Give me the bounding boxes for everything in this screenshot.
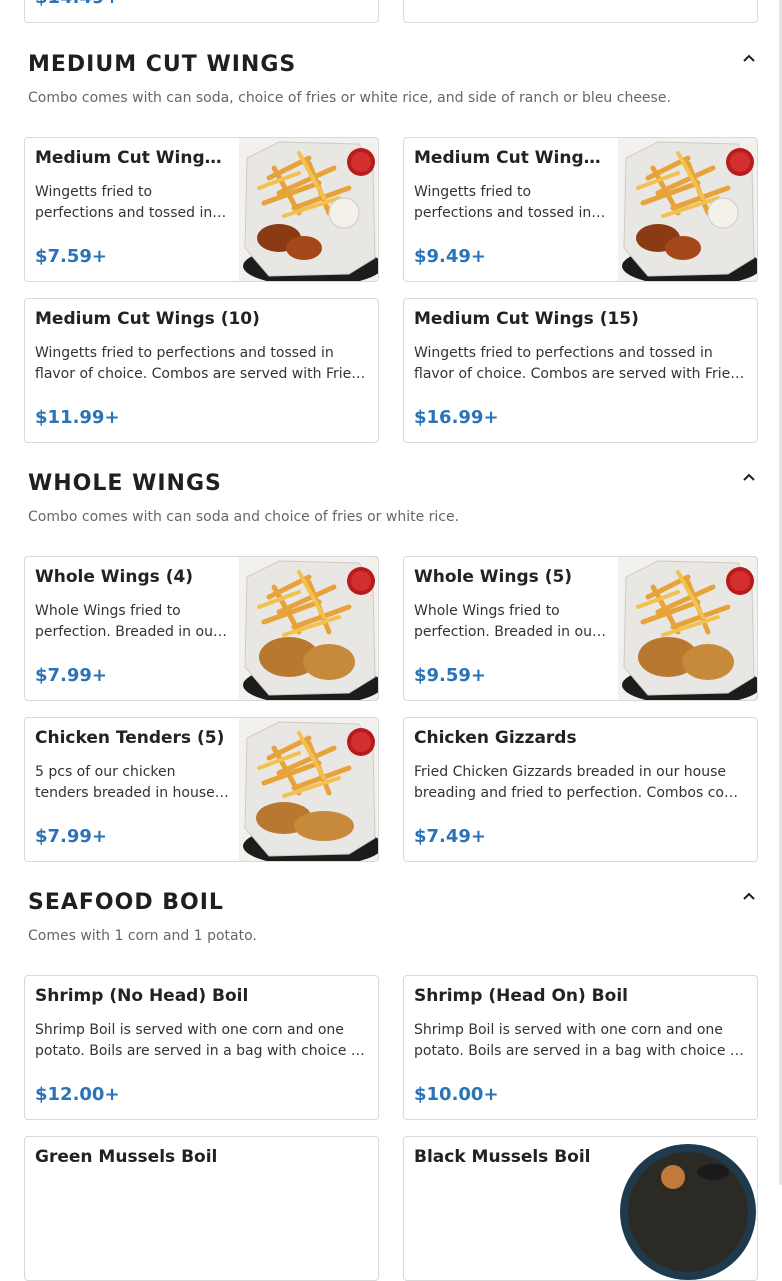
item-name: Green Mussels Boil bbox=[35, 1147, 218, 1167]
wings-fries-photo bbox=[239, 138, 378, 281]
menu-item-card[interactable]: Green Mussels Boil bbox=[24, 1136, 379, 1281]
menu-item-card[interactable]: Black Mussels Boil bbox=[403, 1136, 758, 1281]
menu-item-card[interactable]: Shrimp (No Head) Boil Shrimp Boil is ser… bbox=[24, 975, 379, 1120]
item-price: $12.00+ bbox=[35, 1084, 120, 1105]
item-name: Medium Cut Wings (4) bbox=[35, 148, 230, 168]
item-name: Medium Cut Wings (10) bbox=[35, 309, 260, 329]
item-price: $14.49+ bbox=[35, 0, 120, 8]
chevron-up-icon[interactable] bbox=[740, 889, 758, 903]
item-description: Shrimp Boil is served with one corn and … bbox=[35, 1022, 365, 1059]
item-price: $16.99+ bbox=[414, 407, 499, 428]
section-subtitle: Combo comes with can soda, choice of fri… bbox=[28, 90, 671, 106]
item-price: $9.59+ bbox=[414, 665, 487, 686]
menu-item-card[interactable]: Medium Cut Wings (15) Wingetts fried to … bbox=[403, 298, 758, 443]
item-name: Shrimp (No Head) Boil bbox=[35, 986, 249, 1006]
wings-fries-photo bbox=[618, 138, 757, 281]
item-price: $10.00+ bbox=[414, 1084, 499, 1105]
tenders-photo bbox=[239, 718, 378, 861]
item-name: Shrimp (Head On) Boil bbox=[414, 986, 628, 1006]
item-description: Wingetts fried to perfections and tossed… bbox=[414, 184, 592, 221]
item-price: $11.99+ bbox=[35, 407, 120, 428]
menu-item-card[interactable]: Medium Cut Wings (6) Wingetts fried to p… bbox=[403, 137, 758, 282]
item-description: Whole Wings fried to perfection. Breaded… bbox=[414, 603, 598, 640]
item-description: Whole Wings fried to perfection. Breaded… bbox=[35, 603, 219, 640]
chevron-up-icon[interactable] bbox=[740, 51, 758, 65]
menu-item-card[interactable]: Medium Cut Wings (10) Wingetts fried to … bbox=[24, 298, 379, 443]
fried-wings-photo bbox=[618, 557, 757, 700]
item-name: Black Mussels Boil bbox=[414, 1147, 591, 1167]
mussels-photo bbox=[618, 1137, 757, 1280]
item-price: $9.49+ bbox=[414, 246, 487, 267]
section-title: SEAFOOD BOIL bbox=[28, 890, 224, 915]
item-price: $7.59+ bbox=[35, 246, 108, 267]
item-name: Medium Cut Wings (6) bbox=[414, 148, 609, 168]
menu-item-card[interactable]: Chicken Tenders (5) 5 pcs of our chicken… bbox=[24, 717, 379, 862]
section-subtitle: Comes with 1 corn and 1 potato. bbox=[28, 928, 257, 944]
item-price: $7.99+ bbox=[35, 826, 108, 847]
menu-item-card[interactable]: Shrimp (Head On) Boil Shrimp Boil is ser… bbox=[403, 975, 758, 1120]
menu-item-card[interactable]: Whole Wings (4) Whole Wings fried to per… bbox=[24, 556, 379, 701]
item-description: Shrimp Boil is served with one corn and … bbox=[414, 1022, 744, 1059]
item-name: Whole Wings (4) bbox=[35, 567, 194, 587]
item-name: Medium Cut Wings (15) bbox=[414, 309, 639, 329]
section-title: MEDIUM CUT WINGS bbox=[28, 52, 297, 77]
item-description: Fried Chicken Gizzards breaded in our ho… bbox=[414, 764, 747, 801]
item-price: $7.49+ bbox=[414, 826, 487, 847]
menu-item-card[interactable]: Medium Cut Wings (4) Wingetts fried to p… bbox=[24, 137, 379, 282]
item-name: Whole Wings (5) bbox=[414, 567, 573, 587]
menu-item-card[interactable]: Whole Wings (5) Whole Wings fried to per… bbox=[403, 556, 758, 701]
item-description: Wingetts fried to perfections and tossed… bbox=[414, 345, 738, 382]
item-name: Chicken Tenders (5) bbox=[35, 728, 225, 748]
menu-item-card[interactable] bbox=[403, 0, 758, 23]
item-description: Wingetts fried to perfections and tossed… bbox=[35, 184, 213, 221]
item-price: $7.99+ bbox=[35, 665, 108, 686]
item-description: 5 pcs of our chicken tenders breaded in … bbox=[35, 764, 215, 801]
item-description: Wingetts fried to perfections and tossed… bbox=[35, 345, 359, 382]
menu-item-card[interactable]: Chicken Gizzards Fried Chicken Gizzards … bbox=[403, 717, 758, 862]
fried-wings-photo bbox=[239, 557, 378, 700]
section-title: WHOLE WINGS bbox=[28, 471, 222, 496]
section-subtitle: Combo comes with can soda and choice of … bbox=[28, 509, 460, 525]
item-name: Chicken Gizzards bbox=[414, 728, 577, 748]
menu-item-card[interactable]: $14.49+ bbox=[24, 0, 379, 23]
chevron-up-icon[interactable] bbox=[740, 470, 758, 484]
